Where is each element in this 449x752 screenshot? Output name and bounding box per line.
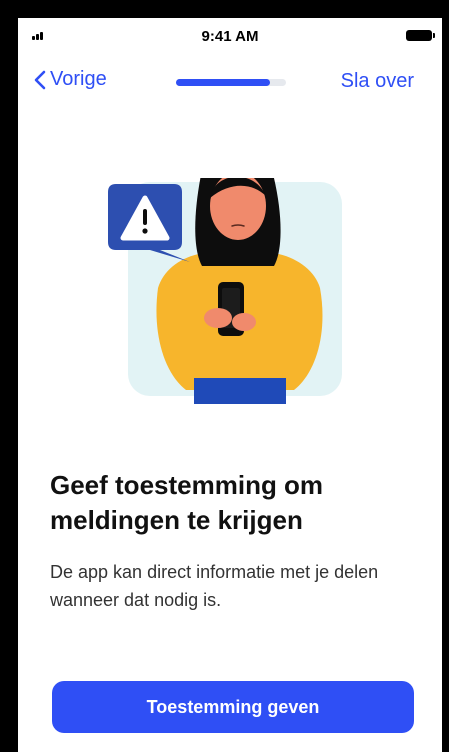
grant-permission-button[interactable]: Toestemming geven <box>52 681 414 733</box>
battery-icon <box>406 30 435 41</box>
progress-fill <box>176 79 270 86</box>
back-button[interactable]: Vorige <box>34 68 107 91</box>
page-title: Geef toestemming om meldingen te krijgen <box>50 470 324 535</box>
progress-bar <box>176 79 286 86</box>
status-time: 9:41 AM <box>201 28 259 45</box>
description-text: De app kan direct informatie met je dele… <box>50 562 379 610</box>
back-label: Vorige <box>50 68 107 90</box>
nav-bar: Vorige Sla over <box>18 62 442 102</box>
chevron-left-icon <box>34 70 46 89</box>
skip-button[interactable]: Sla over <box>341 70 414 93</box>
phone-screen: 9:41 AM Vorige Sla over Geef toestemming… <box>18 18 442 752</box>
notification-illustration <box>108 178 342 404</box>
status-bar: 9:41 AM <box>18 18 442 54</box>
